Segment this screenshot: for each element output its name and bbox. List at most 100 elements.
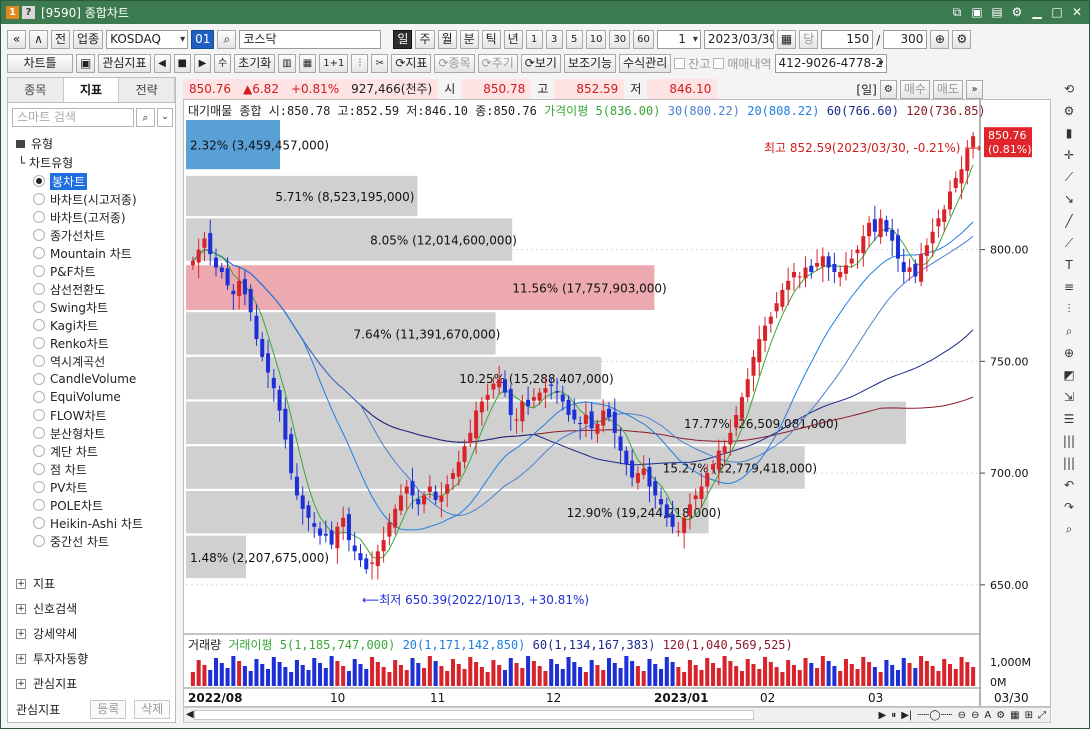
chart-type-option[interactable]: Kagi차트 — [8, 316, 175, 334]
chart-type-option[interactable]: PV차트 — [8, 478, 175, 496]
radio-icon[interactable] — [33, 445, 45, 457]
tree-category[interactable]: 유형 — [8, 134, 175, 154]
collapse-icon[interactable]: ⌄ — [157, 108, 173, 127]
account-select[interactable]: 412-9026-4778-2 — [774, 54, 887, 73]
interval-3[interactable]: 3 — [545, 30, 563, 49]
chart-type-option[interactable]: EquiVolume — [8, 388, 175, 406]
candle-tool-icon[interactable]: ⫶ — [1059, 299, 1079, 319]
split-icon[interactable]: ▥ — [278, 54, 296, 73]
view-button[interactable]: ⟳보기 — [520, 54, 561, 73]
period-minute[interactable]: 분 — [459, 30, 479, 49]
maximize-icon[interactable]: □ — [1049, 4, 1065, 20]
measure-icon[interactable]: ⇲ — [1059, 387, 1079, 407]
help-icon[interactable]: ? — [22, 6, 35, 19]
chart-type-option[interactable]: FLOW차트 — [8, 406, 175, 424]
radio-icon[interactable] — [33, 499, 45, 511]
date-field[interactable]: 2023/03/30 — [703, 30, 774, 49]
stop-icon[interactable]: ■ — [173, 54, 191, 73]
scale-settings-icon[interactable]: ⚙ — [996, 710, 1005, 721]
radio-icon[interactable] — [33, 463, 45, 475]
chart-type-option[interactable]: 분산형차트 — [8, 424, 175, 442]
chart-type-option[interactable]: 점 차트 — [8, 460, 175, 478]
interval-10[interactable]: 10 — [585, 30, 607, 49]
search-icon[interactable]: ⌕ — [136, 108, 155, 127]
tree-subcategory[interactable]: └ 차트유형 — [8, 154, 175, 172]
indicator-button[interactable]: ⟳지표 — [391, 54, 432, 73]
zoom-slider-icon[interactable]: ┄┄◯┄┄ — [917, 710, 952, 721]
radio-icon[interactable] — [33, 301, 45, 313]
radio-icon[interactable] — [33, 481, 45, 493]
quote-settings-icon[interactable]: ⚙ — [879, 79, 897, 99]
chart-type-option[interactable]: CandleVolume — [8, 370, 175, 388]
cycle-button[interactable]: ⟳주기 — [477, 54, 518, 73]
interval-5[interactable]: 5 — [565, 30, 583, 49]
close-icon[interactable]: ✕ — [1069, 4, 1085, 20]
chart-type-option[interactable]: 삼선전환도 — [8, 280, 175, 298]
delete-button[interactable]: 삭제 — [134, 699, 171, 719]
chart-type-option[interactable]: 봉차트 — [8, 172, 175, 190]
chart-scrollbar[interactable]: ◀ ▶ ⏸ ▶| ┄┄◯┄┄ ⊖ ⊖ A ⚙ ▦ ⊞ ⤢ — [183, 707, 1051, 723]
one-plus-one-button[interactable]: 1+1 — [319, 54, 349, 73]
tab-strategy[interactable]: 전략 — [119, 78, 176, 102]
fibonacci-icon[interactable]: ≡ — [1059, 277, 1079, 297]
chart-type-option[interactable]: Mountain 차트 — [8, 244, 175, 262]
save-frame-icon[interactable]: ▣ — [76, 54, 96, 73]
chart-type-option[interactable]: 바차트(시고저종) — [8, 190, 175, 208]
interval-60[interactable]: 60 — [633, 30, 654, 49]
refresh-icon[interactable]: ⟲ — [1059, 79, 1079, 99]
calendar-icon[interactable]: ▦ — [776, 30, 797, 49]
up-button[interactable]: ∧ — [29, 30, 48, 49]
trendline-icon[interactable]: ⟋ — [1059, 167, 1079, 187]
radio-icon[interactable] — [33, 211, 45, 223]
add-pane-icon[interactable]: ⊞ — [1025, 710, 1033, 721]
auto-trend-icon[interactable]: ⟋ — [1059, 233, 1079, 253]
sector-button[interactable]: 업종 — [73, 30, 104, 49]
radio-icon[interactable] — [33, 337, 45, 349]
crosshair-icon[interactable]: ✛ — [1059, 145, 1079, 165]
radio-icon[interactable] — [33, 319, 45, 331]
balance-checkbox[interactable]: 잔고 — [674, 55, 710, 72]
group-strength[interactable]: + 강세약세 — [8, 621, 175, 646]
formula-button[interactable]: 수식관리 — [619, 54, 672, 73]
market-select[interactable]: KOSDAQ — [106, 30, 189, 49]
candle-icon[interactable]: ⫶ — [351, 54, 369, 73]
sell-button[interactable]: 매도 — [932, 79, 963, 99]
buy-button[interactable]: 매수 — [899, 79, 930, 99]
auto-scale-icon[interactable]: A — [984, 710, 991, 721]
cut-icon[interactable]: ✂ — [371, 54, 389, 73]
zoom-in-icon[interactable]: ⊕ — [1059, 343, 1079, 363]
arrow-line-icon[interactable]: ↘ — [1059, 189, 1079, 209]
zoom-out-icon[interactable]: ⊖ — [958, 710, 966, 721]
manual-icon[interactable]: 수 — [213, 54, 232, 73]
current-button[interactable]: 당 — [799, 30, 819, 49]
grid-lines-icon[interactable]: ☰ — [1059, 409, 1079, 429]
period-year[interactable]: 년 — [503, 30, 523, 49]
step-back-icon[interactable]: ◀ — [153, 54, 171, 73]
price-chart-svg[interactable]: 650.00 700.00 750.00 800.00 2.32% (3,459,457… — [184, 100, 1050, 706]
group-investor[interactable]: + 투자자동향 — [8, 646, 175, 671]
radio-icon[interactable] — [33, 229, 45, 241]
all-button[interactable]: 전 — [51, 30, 71, 49]
text-tool-icon[interactable]: T — [1059, 255, 1079, 275]
vertical-lines-icon[interactable]: ||| — [1059, 431, 1079, 451]
period-daily[interactable]: 일 — [393, 30, 413, 49]
tab-stocks[interactable]: 종목 — [8, 78, 64, 102]
radio-icon[interactable] — [33, 517, 45, 529]
group-signals[interactable]: + 신호검색 — [8, 596, 175, 621]
smart-search-input[interactable]: 스마트 검색 — [12, 108, 134, 127]
period-weekly[interactable]: 주 — [415, 30, 435, 49]
candle-type-icon[interactable]: ▮ — [1059, 123, 1079, 143]
settings-icon[interactable]: ⚙ — [1009, 4, 1025, 20]
radio-icon[interactable] — [33, 193, 45, 205]
watch-indicator-button[interactable]: 관심지표 — [98, 54, 151, 73]
chart-type-option[interactable]: 종가선차트 — [8, 226, 175, 244]
play-icon[interactable]: ▶ — [193, 54, 211, 73]
link-icon[interactable]: ⧉ — [949, 4, 965, 20]
capture-icon[interactable]: ▤ — [989, 4, 1005, 20]
gear-icon[interactable]: ⚙ — [1059, 101, 1079, 121]
radio-icon[interactable] — [33, 391, 45, 403]
undo-icon[interactable]: ↶ — [1059, 475, 1079, 495]
scroll-thumb[interactable] — [194, 710, 754, 720]
chart-type-option[interactable]: 역시계곡선 — [8, 352, 175, 370]
chart-type-option[interactable]: 계단 차트 — [8, 442, 175, 460]
